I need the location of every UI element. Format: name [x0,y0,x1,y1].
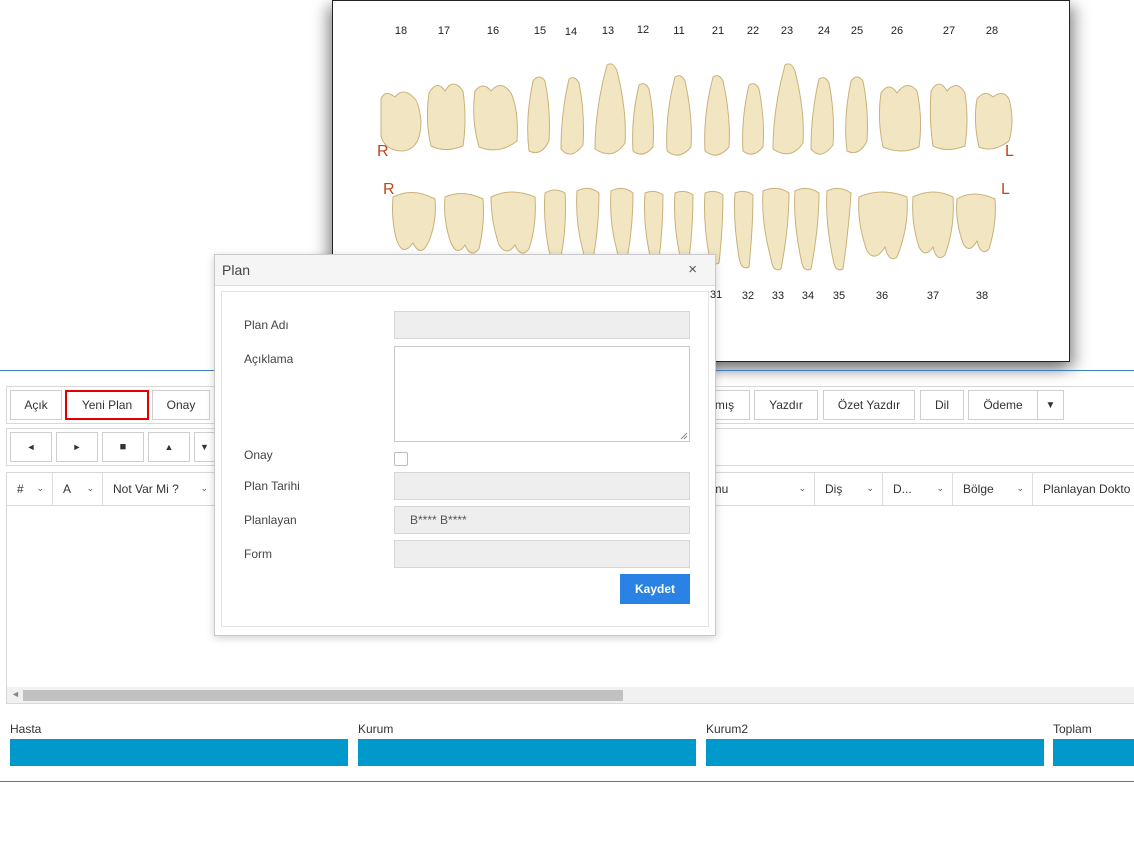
close-icon[interactable]: × [688,261,697,278]
tooth-number-32[interactable]: 32 [736,290,760,302]
tooth-number-37[interactable]: 37 [921,290,945,302]
chevron-down-icon[interactable]: ⌄ [86,483,94,494]
prev-icon[interactable]: ◄ [10,432,52,462]
odeme-button[interactable]: Ödeme [968,390,1038,420]
plan-tarihi-label: Plan Tarihi [244,479,300,493]
kurum2-label: Kurum2 [706,722,749,736]
onay-label: Onay [244,448,273,462]
kurum-total-bar [358,739,696,766]
dialog-title: Plan [222,262,251,278]
column-label: D... [893,482,912,496]
dialog-header[interactable]: Plan × [215,255,715,286]
yeni-plan-button[interactable]: Yeni Plan [65,390,149,420]
acik-button[interactable]: Açık [10,390,62,420]
column-header-d[interactable]: D... ⌄ [883,473,953,505]
column-header-durumu[interactable]: umu ⌄ [701,473,815,505]
form-field[interactable] [394,540,690,568]
column-header-bolge[interactable]: Bölge ⌄ [953,473,1033,505]
tooth-number-35[interactable]: 35 [827,290,851,302]
onay-checkbox[interactable] [394,452,408,466]
toplam-label: Toplam [1053,722,1092,736]
column-label: Bölge [963,482,994,496]
plan-dialog: Plan × Plan Adı Açıklama Onay Plan Tarih… [214,254,716,636]
column-header-dis[interactable]: Diş ⌄ [815,473,883,505]
aciklama-textarea[interactable] [394,346,690,442]
kurum-label: Kurum [358,722,394,736]
chevron-down-icon[interactable]: ⌄ [866,483,874,494]
column-label: A [63,482,72,496]
bottom-divider [0,781,1134,782]
plan-tarihi-field[interactable] [394,472,690,500]
column-label: Not Var Mi ? [113,482,179,496]
planlayan-field[interactable]: B**** B**** [394,506,690,534]
plan-adi-label: Plan Adı [244,318,289,332]
scrollbar-thumb[interactable] [23,690,623,701]
kaydet-button[interactable]: Kaydet [620,574,690,604]
chevron-down-icon[interactable]: ⌄ [200,483,208,494]
dil-button[interactable]: Dil [920,390,964,420]
resize-handle-icon[interactable] [680,432,688,440]
column-header-number[interactable]: # ⌄ [7,473,53,505]
next-icon[interactable]: ► [56,432,98,462]
note-icon[interactable]: ■ [102,432,144,462]
kurum2-total-bar [706,739,1044,766]
up-icon[interactable]: ▲ [148,432,190,462]
plan-adi-field[interactable] [394,311,690,339]
chevron-down-icon[interactable]: ⌄ [1016,483,1024,494]
down-icon[interactable]: ▼ [194,432,214,462]
tooth-number-34[interactable]: 34 [796,290,820,302]
hasta-label: Hasta [10,722,42,736]
tooth-number-31[interactable]: 31 [710,289,724,301]
form-label: Form [244,547,272,561]
onay-button[interactable]: Onay [152,390,210,420]
scroll-left-icon[interactable]: ◄ [11,689,20,699]
yazdir-button[interactable]: Yazdır [754,390,818,420]
hasta-total-bar [10,739,348,766]
planlayan-label: Planlayan [244,513,297,527]
column-label: Diş [825,482,843,496]
dialog-body: Plan Adı Açıklama Onay Plan Tarihi Planl… [221,291,709,627]
column-header-a[interactable]: A ⌄ [53,473,103,505]
column-label: # [17,482,24,496]
odeme-dropdown-icon[interactable]: ▼ [1037,390,1064,420]
tooth-number-36[interactable]: 36 [870,290,894,302]
horizontal-scrollbar[interactable]: ◄ [7,687,1134,703]
column-header-planlayan-doktor[interactable]: Planlayan Dokto [1033,473,1134,505]
chevron-down-icon[interactable]: ⌄ [36,483,44,494]
aciklama-label: Açıklama [244,352,294,366]
chevron-down-icon[interactable]: ⌄ [798,483,806,494]
chevron-down-icon[interactable]: ⌄ [936,483,944,494]
column-header-not-var-mi[interactable]: Not Var Mi ? ⌄ [103,473,217,505]
toplam-total-bar [1053,739,1134,766]
ozet-yazdir-button[interactable]: Özet Yazdır [823,390,915,420]
tooth-number-38[interactable]: 38 [970,290,994,302]
tooth-number-33[interactable]: 33 [766,290,790,302]
